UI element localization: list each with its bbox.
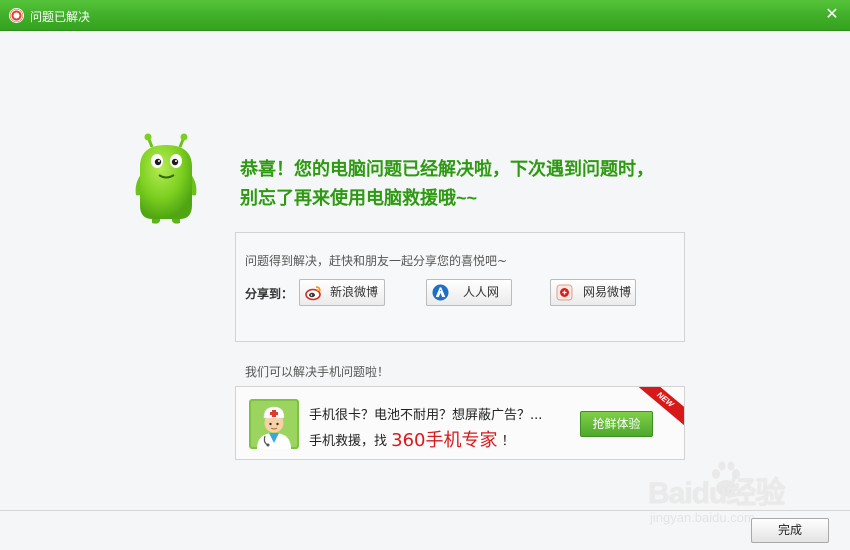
title-bar: 问题已解决 ✕: [0, 0, 850, 31]
share-sina-weibo-button[interactable]: 新浪微博: [299, 279, 385, 306]
mascot-icon: [135, 133, 197, 224]
close-button[interactable]: ✕: [822, 4, 842, 24]
promo-line-1: 手机很卡？电池不耐用？想屏蔽广告？...: [309, 408, 543, 423]
promo-brand-link[interactable]: 360手机专家: [391, 430, 497, 451]
success-headline: 恭喜！您的电脑问题已经解决啦，下次遇到问题时， 别忘了再来使用电脑救援哦~~: [240, 155, 720, 213]
headline-line-1: 恭喜！您的电脑问题已经解决啦，下次遇到问题时，: [240, 159, 654, 179]
share-panel: 问题得到解决，赶快和朋友一起分享您的喜悦吧~ 分享到： 新浪微博 人人网 网易微…: [235, 232, 685, 342]
share-sina-weibo-label: 新浪微博: [330, 285, 379, 299]
done-button[interactable]: 完成: [751, 518, 829, 543]
promo-line-2-suffix: ！: [501, 434, 515, 449]
footer-divider: [0, 510, 850, 511]
share-netease-weibo-label: 网易微博: [583, 285, 632, 299]
share-renren-button[interactable]: 人人网: [426, 279, 512, 306]
mobile-promo-panel: 手机很卡？电池不耐用？想屏蔽广告？... 手机救援，找 360手机专家 ！ 抢鲜…: [235, 386, 685, 460]
promo-line-2-prefix: 手机救援，找: [309, 434, 388, 449]
lifebuoy-icon: [9, 8, 24, 23]
try-now-button[interactable]: 抢鲜体验: [580, 411, 653, 437]
promo-line-2: 手机救援，找 360手机专家 ！: [309, 426, 515, 452]
watermark-url: jingyan.baidu.com: [650, 510, 755, 525]
share-netease-weibo-button[interactable]: 网易微博: [550, 279, 636, 306]
doctor-avatar-icon: [249, 399, 299, 449]
headline-line-2: 别忘了再来使用电脑救援哦~~: [240, 188, 478, 208]
mobile-support-note: 我们可以解决手机问题啦！: [245, 365, 390, 379]
share-renren-label: 人人网: [463, 285, 500, 299]
watermark-brand: Baidu经验: [648, 477, 785, 510]
renren-icon: [432, 284, 449, 301]
share-label: 分享到：: [245, 287, 294, 301]
netease-weibo-icon: [556, 284, 573, 301]
sina-weibo-icon: [305, 286, 321, 301]
window-title: 问题已解决: [30, 10, 91, 24]
share-intro-text: 问题得到解决，赶快和朋友一起分享您的喜悦吧~: [245, 254, 508, 268]
